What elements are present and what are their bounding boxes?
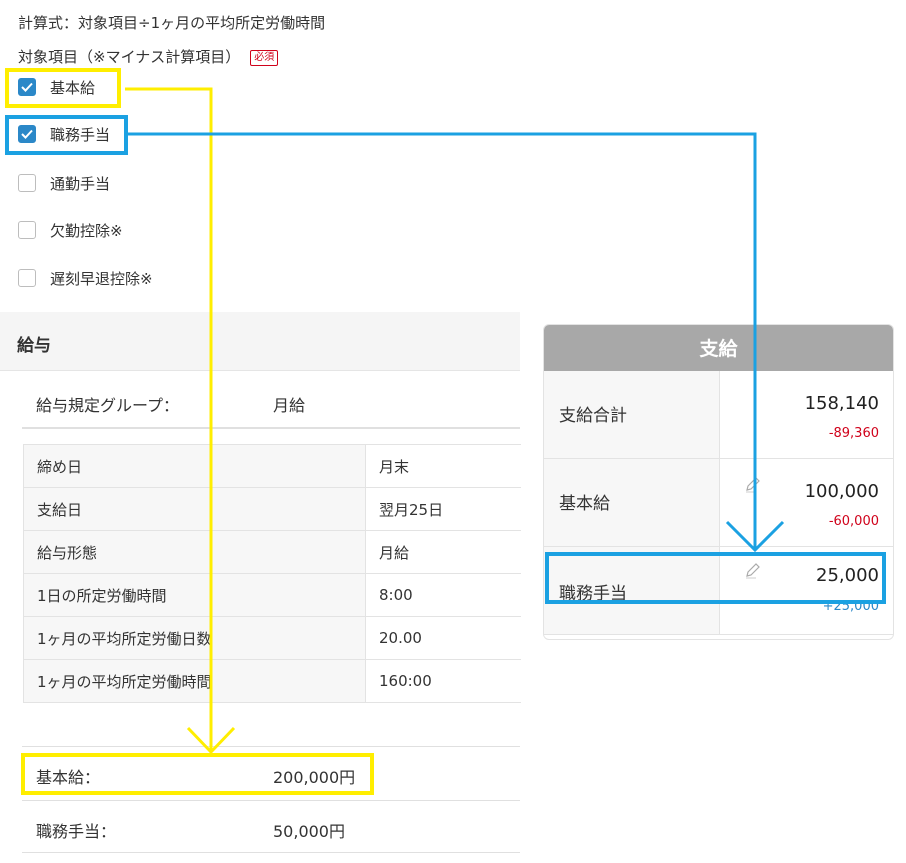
salary-group-label: 給与規定グループ： (36, 396, 180, 415)
amount-row-job-allowance: 職務手当： 50,000円 (36, 818, 345, 842)
salary-section-header: 給与 (0, 312, 520, 371)
checkbox-row-absence-deduction[interactable]: 欠勤控除※ (18, 218, 123, 242)
amount-label: 職務手当： (36, 822, 117, 841)
divider (22, 800, 520, 801)
checkbox-label: 職務手当 (50, 125, 111, 144)
checkbox-label: 遅刻早退控除※ (50, 269, 153, 288)
checkbox-row-late-early-deduction[interactable]: 遅刻早退控除※ (18, 266, 153, 290)
amount-row-basic-salary: 基本給： 200,000円 (36, 764, 355, 788)
pencil-icon[interactable] (744, 561, 762, 579)
checkbox-job-allowance[interactable] (18, 125, 36, 143)
target-items-label-text: 対象項目（※マイナス計算項目） (18, 48, 241, 66)
payment-card-title: 支給 (544, 325, 893, 371)
checkbox-label: 基本給 (50, 78, 96, 97)
table-value: 月給 (365, 530, 521, 574)
divider (22, 427, 520, 429)
payment-row-basic-salary: 基本給 100,000 -60,000 (544, 459, 893, 547)
payment-row-diff: -89,360 (828, 426, 879, 441)
payment-row-job-allowance: 職務手当 25,000 +25,000 (544, 547, 893, 635)
formula-text: 計算式：対象項目÷1ヶ月の平均所定労働時間 (18, 14, 326, 32)
salary-section-title: 給与 (17, 336, 51, 356)
amount-value: 200,000円 (273, 768, 356, 787)
arrowhead-yellow-icon (186, 726, 236, 755)
table-key: 1日の所定労働時間 (23, 573, 366, 617)
divider (22, 852, 520, 853)
table-row: 支給日 翌月25日 (23, 487, 521, 531)
payment-row-value: 100,000 (804, 481, 879, 502)
table-value: 月末 (365, 444, 521, 488)
table-value: 翌月25日 (365, 487, 521, 531)
payment-row-diff: +25,000 (822, 599, 879, 614)
payment-row-label: 職務手当 (559, 584, 627, 604)
table-value: 8:00 (365, 573, 521, 617)
check-icon (21, 129, 33, 139)
payment-row-value: 25,000 (816, 565, 879, 586)
table-value: 160:00 (365, 659, 521, 703)
amount-label: 基本給： (36, 768, 101, 787)
required-badge: 必須 (250, 50, 279, 66)
payment-row-value: 158,140 (804, 393, 879, 414)
salary-group-row: 給与規定グループ： 月給 (36, 392, 305, 416)
pencil-icon[interactable] (744, 475, 762, 493)
table-row: 給与形態 月給 (23, 530, 521, 574)
target-items-label: 対象項目（※マイナス計算項目） 必須 (18, 46, 279, 67)
checkbox-late-early-deduction[interactable] (18, 269, 36, 287)
amount-value: 50,000円 (273, 822, 345, 841)
table-row: 1日の所定労働時間 8:00 (23, 573, 521, 617)
table-value: 20.00 (365, 616, 521, 660)
table-key: 1ヶ月の平均所定労働日数 (23, 616, 366, 660)
checkbox-row-commute-allowance[interactable]: 通勤手当 (18, 171, 110, 195)
checkbox-basic-salary[interactable] (18, 78, 36, 96)
table-key: 支給日 (23, 487, 366, 531)
table-row: 1ヶ月の平均所定労働時間 160:00 (23, 659, 521, 703)
table-key: 1ヶ月の平均所定労働時間 (23, 659, 366, 703)
checkbox-row-basic-salary[interactable]: 基本給 (18, 75, 95, 99)
table-key: 給与形態 (23, 530, 366, 574)
table-row: 1ヶ月の平均所定労働日数 20.00 (23, 616, 521, 660)
payment-row-label: 基本給 (559, 494, 610, 514)
payment-row-label: 支給合計 (559, 406, 627, 426)
checkbox-commute-allowance[interactable] (18, 174, 36, 192)
checkbox-label: 通勤手当 (50, 174, 111, 193)
checkbox-label: 欠勤控除※ (50, 221, 123, 240)
table-key: 締め日 (23, 444, 366, 488)
payment-row-label-cell: 支給合計 (544, 371, 720, 458)
table-row: 締め日 月末 (23, 444, 521, 488)
payment-row-label-cell: 基本給 (544, 459, 720, 546)
checkbox-row-job-allowance[interactable]: 職務手当 (18, 122, 110, 146)
check-icon (21, 82, 33, 92)
checkbox-absence-deduction[interactable] (18, 221, 36, 239)
payment-row-total: 支給合計 158,140 -89,360 (544, 371, 893, 459)
payment-card: 支給 支給合計 158,140 -89,360 基本給 100,000 -60,… (543, 324, 894, 640)
payment-row-diff: -60,000 (828, 514, 879, 529)
salary-rules-table: 締め日 月末 支給日 翌月25日 給与形態 月給 1日の所定労働時間 8:00 1ヶ月の… (23, 444, 521, 703)
salary-group-value: 月給 (273, 396, 306, 415)
divider (22, 746, 520, 747)
payment-row-label-cell: 職務手当 (544, 547, 720, 634)
